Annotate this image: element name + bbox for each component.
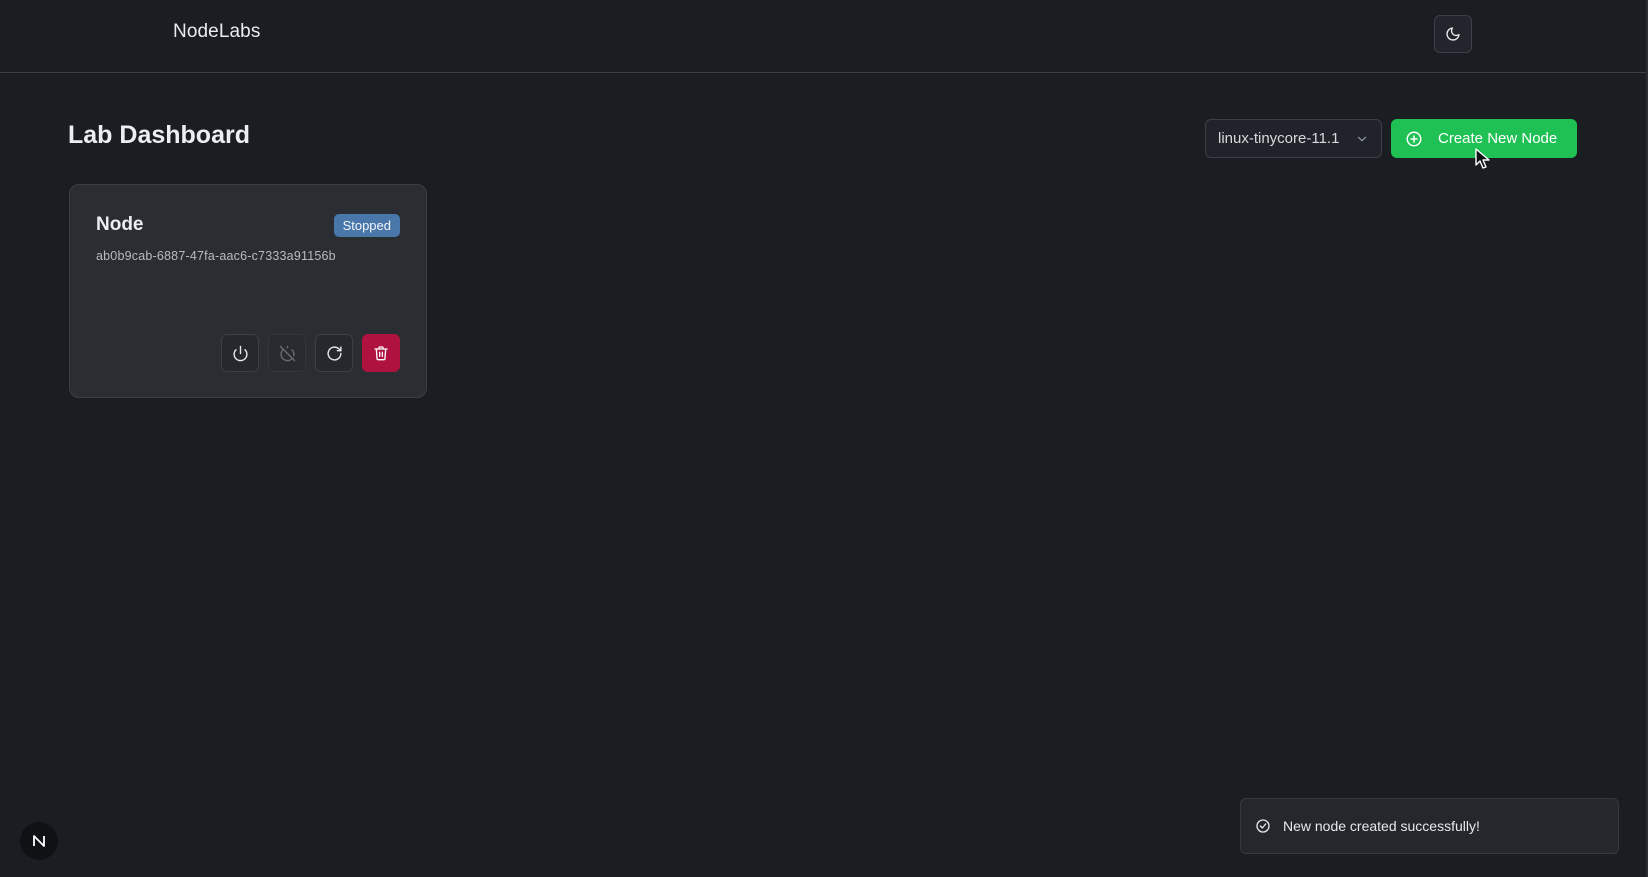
status-badge: Stopped [333, 214, 400, 237]
node-actions [221, 334, 400, 372]
mouse-pointer-icon [1475, 148, 1490, 169]
page-title: Lab Dashboard [68, 121, 250, 149]
image-select-dropdown[interactable]: linux-tinycore-11.1 [1205, 119, 1382, 158]
plus-circle-icon [1406, 131, 1422, 146]
start-node-button[interactable] [221, 334, 259, 372]
success-toast: New node created successfully! [1240, 798, 1619, 854]
check-circle-icon [1256, 819, 1270, 833]
node-card: Node Stopped ab0b9cab-6887-47fa-aac6-c73… [69, 184, 427, 398]
theme-toggle-button[interactable] [1434, 15, 1472, 53]
restart-node-button[interactable] [315, 334, 353, 372]
chevron-down-icon [1357, 136, 1367, 141]
dev-indicator-button[interactable] [20, 822, 58, 860]
delete-node-button[interactable] [362, 334, 400, 372]
top-navbar: NodeLabs [0, 0, 1646, 73]
refresh-icon [326, 345, 342, 361]
create-node-label: Create New Node [1438, 130, 1558, 147]
brand-logo-text[interactable]: NodeLabs [173, 21, 260, 43]
node-id: ab0b9cab-6887-47fa-aac6-c7333a91156b [96, 249, 336, 263]
moon-icon [1446, 27, 1460, 41]
image-select-value: linux-tinycore-11.1 [1218, 130, 1340, 147]
power-icon [232, 345, 248, 361]
trash-icon [374, 346, 388, 361]
power-off-disabled-icon [279, 345, 295, 361]
stop-node-button[interactable] [268, 334, 306, 372]
next-logo-icon [33, 835, 45, 847]
node-name: Node [96, 214, 144, 235]
toast-message: New node created successfully! [1283, 818, 1480, 834]
